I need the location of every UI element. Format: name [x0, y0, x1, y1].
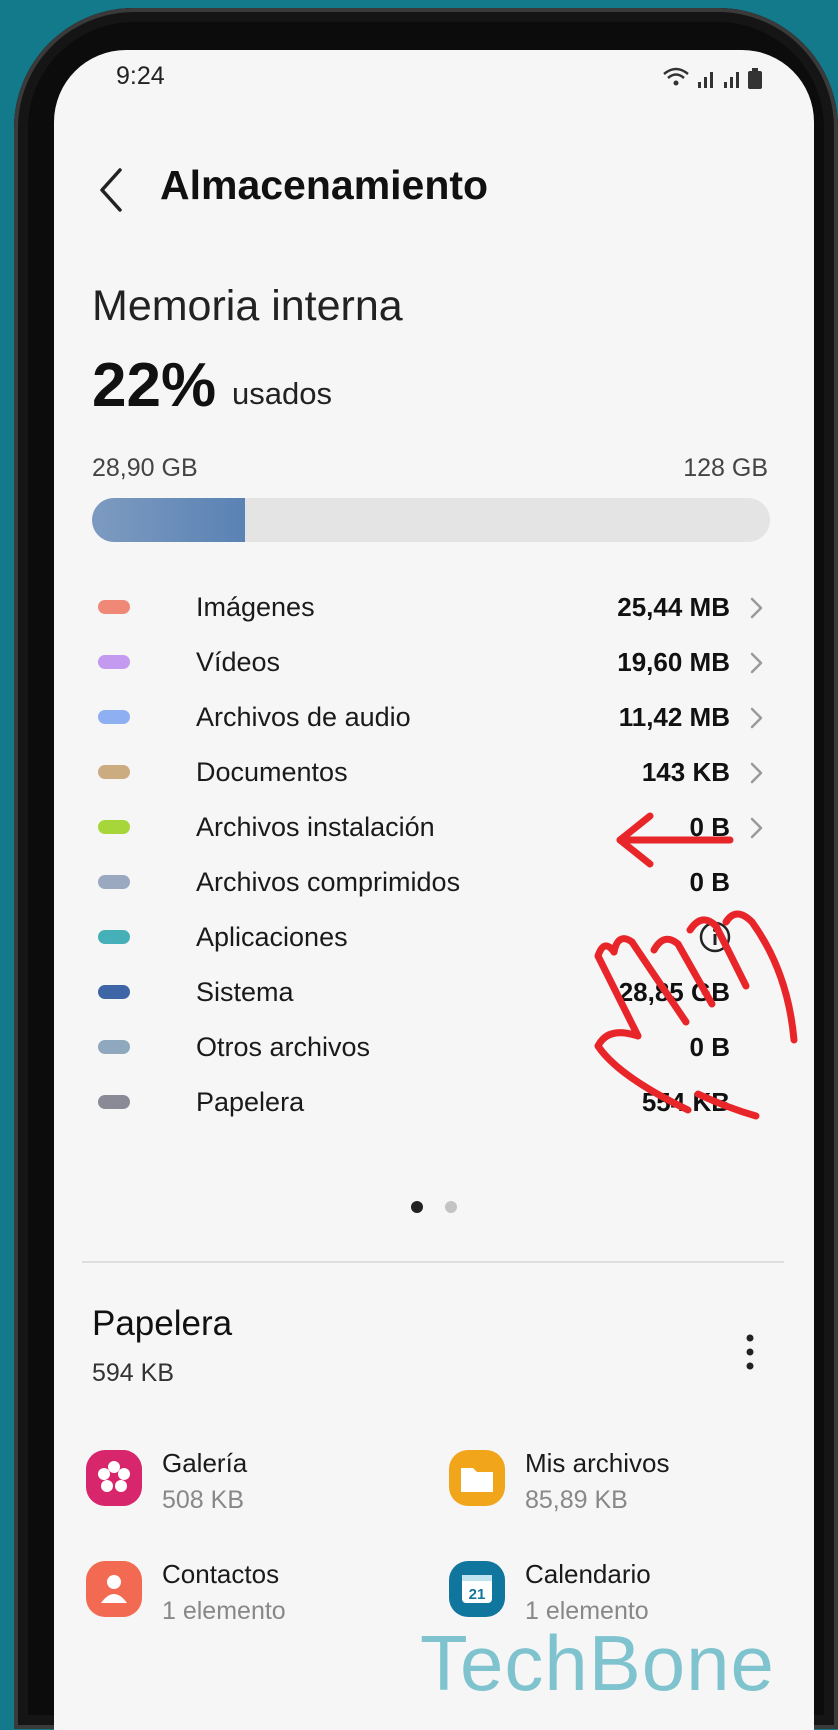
category-color-dot: [98, 985, 130, 999]
category-label: Vídeos: [196, 647, 281, 677]
category-color-dot: [98, 930, 130, 944]
storage-category-row[interactable]: Papelera 554 KB: [92, 1075, 770, 1131]
chevron-right-icon: [750, 707, 763, 729]
category-color-dot: [98, 600, 130, 614]
total-storage: 128 GB: [683, 454, 768, 482]
folder-icon: [449, 1450, 505, 1506]
category-size: 19,60 MB: [617, 647, 730, 677]
trash-app-gallery[interactable]: Galería 508 KB: [86, 1446, 426, 1526]
chevron-right-icon: [750, 652, 763, 674]
contacts-icon: [86, 1561, 142, 1617]
wifi-icon: [663, 67, 689, 79]
category-size: 554 KB: [641, 1087, 730, 1117]
percent-used-suffix: usados: [232, 376, 332, 411]
screen: 9:24 Almacenamiento Memoria interna 22% …: [54, 50, 814, 1730]
chevron-right-icon: [750, 762, 763, 784]
info-icon[interactable]: [698, 920, 732, 954]
category-size: 28,85 GB: [618, 977, 730, 1007]
storage-category-row[interactable]: Aplicaciones: [92, 910, 770, 966]
category-size: 0 B: [689, 812, 730, 842]
category-color-dot: [98, 1095, 130, 1109]
trash-app-contacts[interactable]: Contactos 1 elemento: [86, 1557, 426, 1637]
trash-app-name: Mis archivos: [525, 1448, 670, 1478]
calendar-icon: 21: [449, 1561, 505, 1617]
category-size: 0 B: [689, 1032, 730, 1062]
category-label: Archivos comprimidos: [196, 867, 461, 897]
category-label: Otros archivos: [196, 1032, 371, 1062]
storage-category-row[interactable]: Documentos 143 KB: [92, 745, 770, 801]
category-label: Papelera: [196, 1087, 305, 1117]
storage-category-row[interactable]: Archivos instalación 0 B: [92, 800, 770, 856]
trash-app-size: 508 KB: [162, 1486, 245, 1514]
category-label: Imágenes: [196, 592, 315, 622]
trash-app-name: Calendario: [525, 1559, 651, 1589]
status-time: 9:24: [116, 62, 165, 90]
category-size: 0 B: [689, 867, 730, 897]
trash-app-size: 85,89 KB: [525, 1486, 628, 1514]
storage-category-row[interactable]: Otros archivos 0 B: [92, 1020, 770, 1076]
chevron-right-icon: [750, 597, 763, 619]
category-color-dot: [98, 820, 130, 834]
category-label: Documentos: [196, 757, 348, 787]
category-label: Aplicaciones: [196, 922, 348, 952]
category-color-dot: [98, 765, 130, 779]
gallery-icon: [86, 1450, 142, 1506]
internal-memory-title: Memoria interna: [92, 282, 403, 330]
category-size: 11,42 MB: [618, 702, 730, 732]
storage-usage-bar: [92, 498, 770, 542]
percent-used: 22%: [92, 351, 217, 420]
storage-usage-fill: [92, 498, 246, 542]
phone-frame: 9:24 Almacenamiento Memoria interna 22% …: [14, 8, 838, 1730]
storage-category-row[interactable]: Imágenes 25,44 MB: [92, 580, 770, 636]
trash-app-name: Contactos: [162, 1559, 280, 1589]
storage-category-row[interactable]: Archivos comprimidos 0 B: [92, 855, 770, 911]
storage-category-row[interactable]: Archivos de audio 11,42 MB: [92, 690, 770, 746]
category-color-dot: [98, 1040, 130, 1054]
page-indicator: [411, 1201, 457, 1213]
battery-icon: [748, 68, 762, 89]
category-size: 143 KB: [641, 757, 730, 787]
category-color-dot: [98, 875, 130, 889]
used-storage: 28,90 GB: [92, 454, 198, 482]
more-options-icon[interactable]: [744, 1332, 756, 1372]
category-color-dot: [98, 710, 130, 724]
category-label: Sistema: [196, 977, 294, 1007]
category-label: Archivos de audio: [196, 702, 411, 732]
trash-title: Papelera: [92, 1304, 233, 1343]
trash-app-count: 1 elemento: [162, 1597, 286, 1625]
section-divider: [82, 1261, 784, 1263]
calendar-day: 21: [469, 1586, 486, 1603]
techbone-watermark: TechBone: [420, 1619, 775, 1707]
category-size: 25,44 MB: [617, 592, 730, 622]
category-color-dot: [98, 655, 130, 669]
trash-app-name: Galería: [162, 1448, 248, 1478]
back-arrow-icon[interactable]: [90, 158, 140, 222]
category-label: Archivos instalación: [196, 812, 435, 842]
page-title: Almacenamiento: [160, 162, 489, 208]
storage-category-row[interactable]: Vídeos 19,60 MB: [92, 635, 770, 691]
storage-category-row[interactable]: Sistema 28,85 GB: [92, 965, 770, 1021]
status-icons: [663, 67, 762, 89]
trash-app-my-files[interactable]: Mis archivos 85,89 KB: [449, 1446, 789, 1526]
signal-icon: [698, 72, 739, 88]
trash-size: 594 KB: [92, 1359, 175, 1387]
chevron-right-icon: [750, 817, 763, 839]
